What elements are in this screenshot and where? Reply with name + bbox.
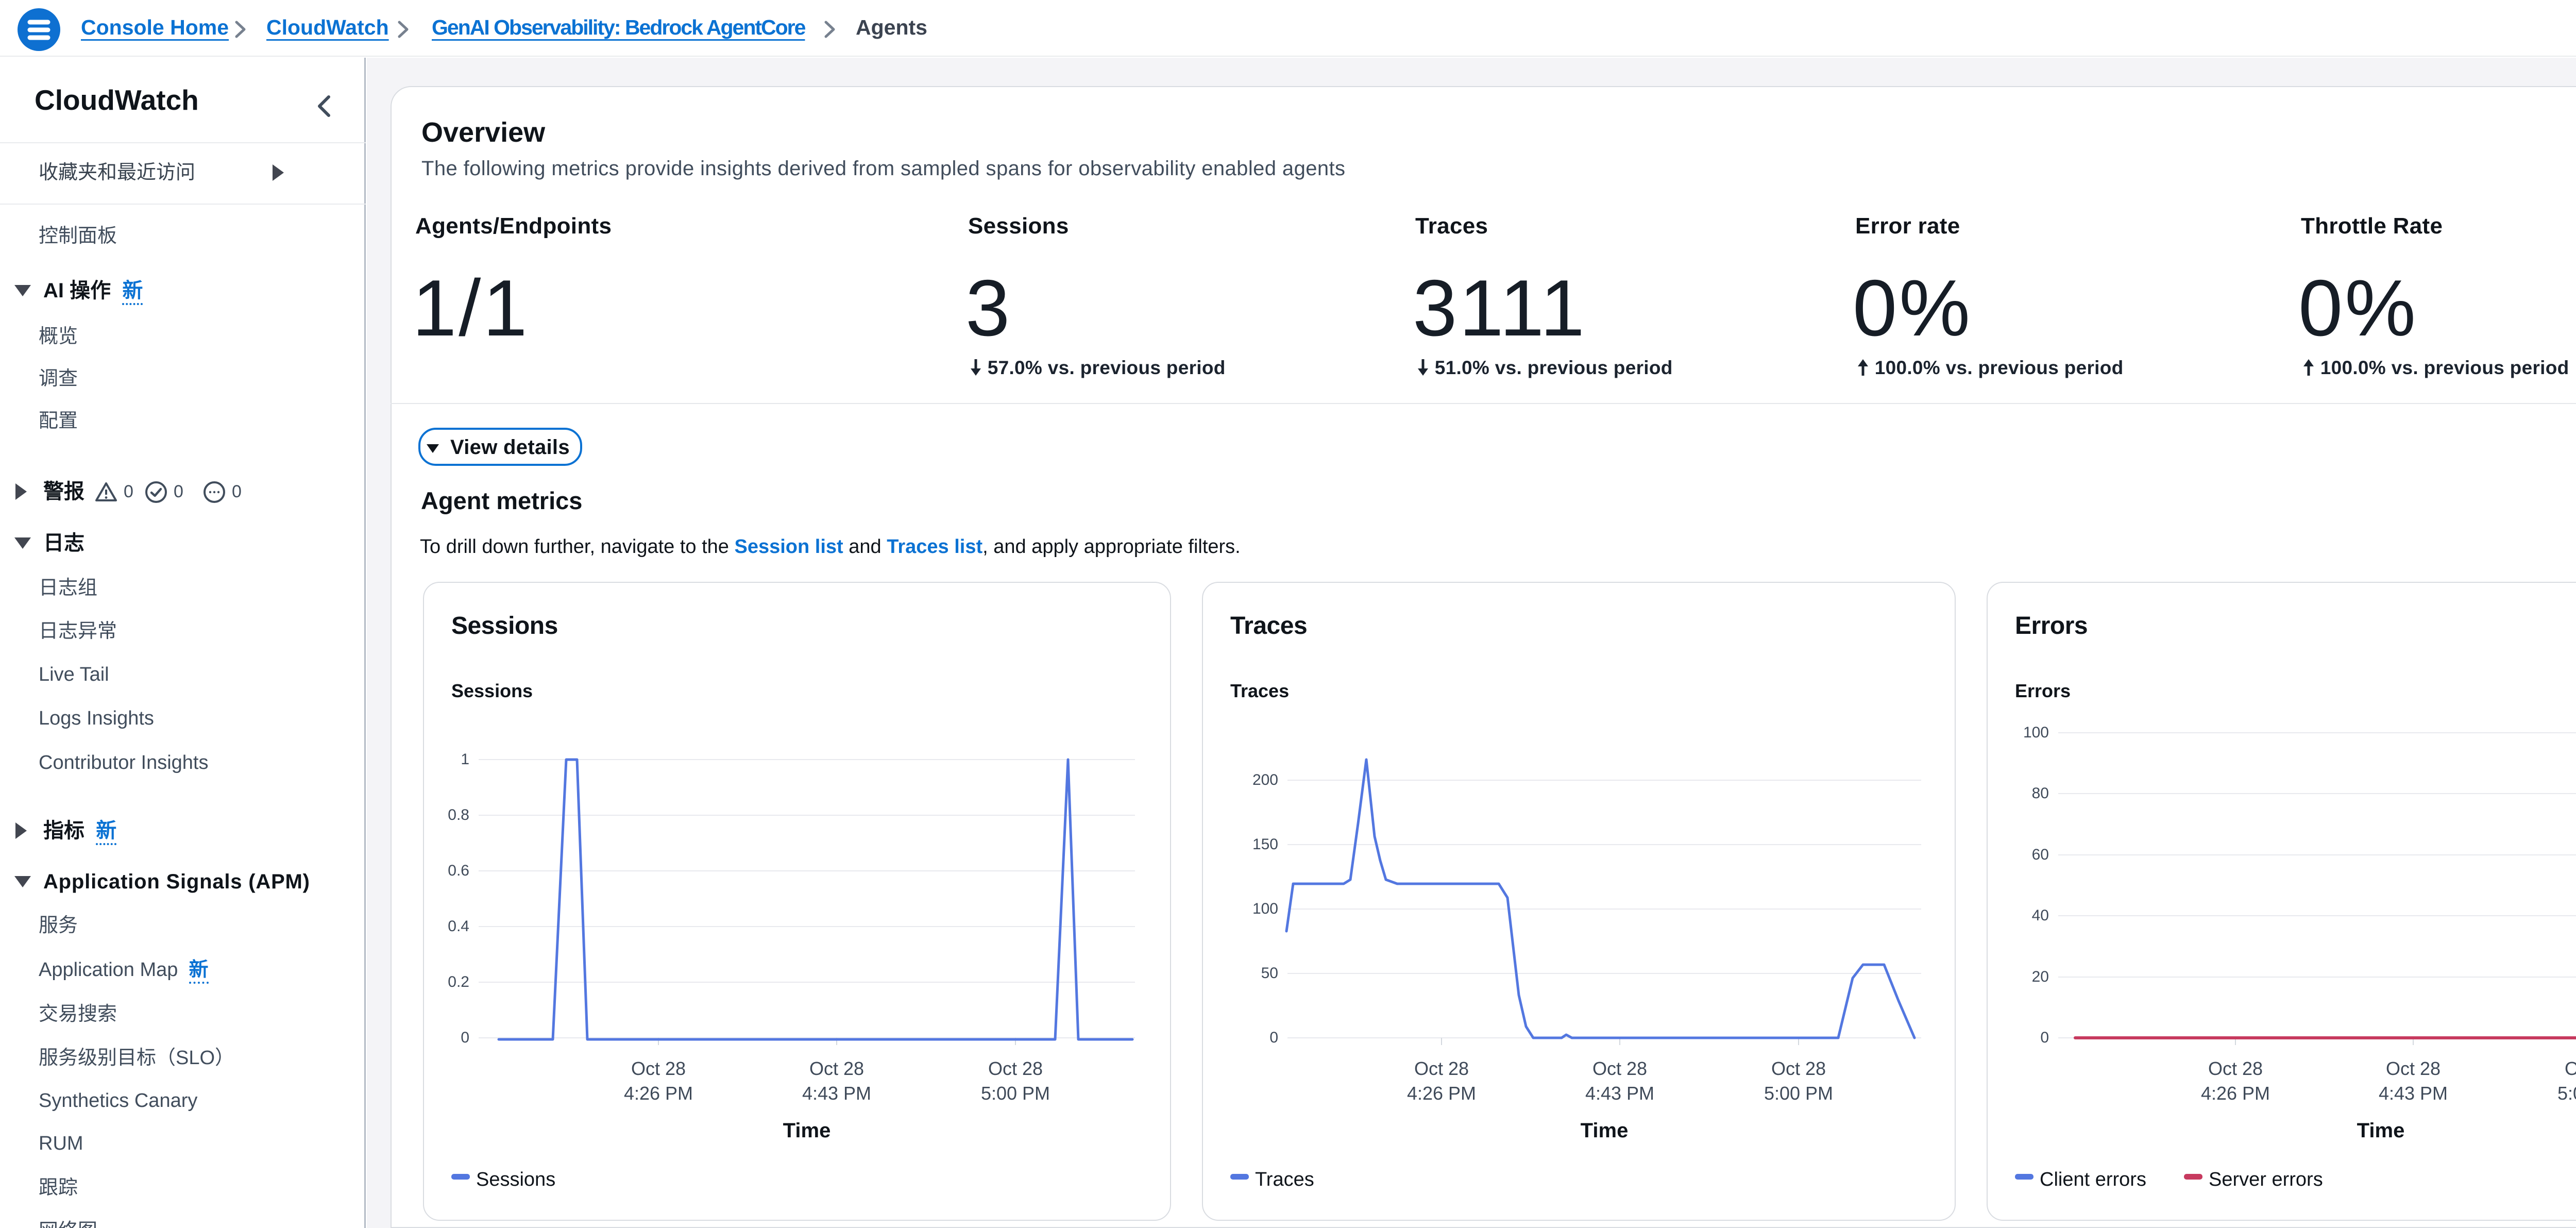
svg-text:200: 200: [1252, 771, 1278, 788]
svg-text:Oct 28: Oct 28: [2208, 1058, 2263, 1079]
svg-text:Oct 28: Oct 28: [1414, 1058, 1469, 1079]
svg-text:5:00 PM: 5:00 PM: [2557, 1083, 2576, 1104]
svg-text:5:00 PM: 5:00 PM: [1764, 1083, 1833, 1104]
svg-text:80: 80: [2032, 785, 2049, 802]
svg-text:20: 20: [2032, 968, 2049, 985]
svg-text:100: 100: [1252, 900, 1278, 917]
svg-text:Sessions: Sessions: [451, 680, 533, 701]
svg-text:4:43 PM: 4:43 PM: [2379, 1083, 2448, 1104]
svg-text:Traces: Traces: [1255, 1169, 1314, 1190]
svg-text:0: 0: [2040, 1029, 2049, 1046]
svg-text:0.8: 0.8: [448, 806, 469, 823]
svg-text:0: 0: [461, 1029, 469, 1046]
svg-text:Oct 28: Oct 28: [2565, 1058, 2576, 1079]
svg-text:4:43 PM: 4:43 PM: [802, 1083, 871, 1104]
svg-text:Oct 28: Oct 28: [809, 1058, 864, 1079]
svg-text:0.2: 0.2: [448, 973, 469, 990]
svg-text:5:00 PM: 5:00 PM: [981, 1083, 1050, 1104]
svg-text:4:26 PM: 4:26 PM: [624, 1083, 693, 1104]
svg-text:50: 50: [1261, 965, 1278, 982]
svg-text:40: 40: [2032, 907, 2049, 924]
svg-text:1: 1: [461, 751, 469, 768]
svg-text:150: 150: [1252, 836, 1278, 853]
svg-text:4:26 PM: 4:26 PM: [1407, 1083, 1476, 1104]
svg-text:0: 0: [1269, 1029, 1278, 1046]
svg-text:Oct 28: Oct 28: [1592, 1058, 1647, 1079]
svg-text:Time: Time: [2357, 1119, 2405, 1142]
svg-text:4:43 PM: 4:43 PM: [1585, 1083, 1654, 1104]
svg-text:Client errors: Client errors: [2040, 1169, 2146, 1190]
svg-text:Oct 28: Oct 28: [1771, 1058, 1826, 1079]
svg-text:4:26 PM: 4:26 PM: [2201, 1083, 2270, 1104]
svg-text:Time: Time: [1581, 1119, 1629, 1142]
svg-text:Time: Time: [783, 1119, 831, 1142]
svg-text:Sessions: Sessions: [476, 1169, 555, 1190]
svg-text:0.4: 0.4: [448, 918, 469, 935]
svg-text:Server errors: Server errors: [2209, 1169, 2323, 1190]
svg-text:100: 100: [2023, 724, 2049, 741]
svg-text:Oct 28: Oct 28: [988, 1058, 1043, 1079]
svg-text:Errors: Errors: [2015, 680, 2071, 701]
svg-text:Traces: Traces: [1230, 680, 1289, 701]
svg-text:Oct 28: Oct 28: [631, 1058, 686, 1079]
svg-text:60: 60: [2032, 846, 2049, 863]
svg-text:0.6: 0.6: [448, 862, 469, 879]
svg-text:Oct 28: Oct 28: [2386, 1058, 2441, 1079]
